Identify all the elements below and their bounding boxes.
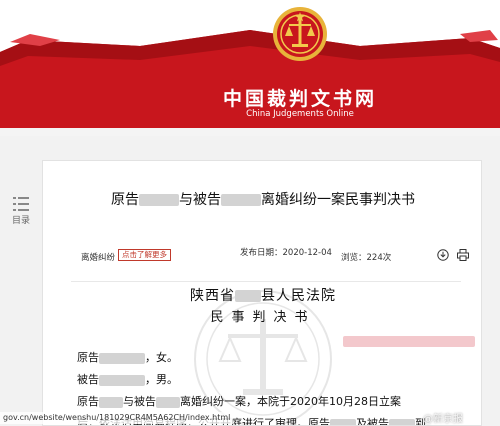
court-suffix: 县人民法院 [261, 288, 336, 304]
emblem-icon [273, 7, 327, 61]
weibo-watermark: @新京报 [423, 414, 463, 425]
title-prefix: 原告 [111, 192, 139, 208]
document-kind: 民事判决书 [210, 310, 316, 325]
redacted-block [343, 336, 475, 347]
document-meta: 离婚纠纷 点击了解更多 发布日期：2020-12-04 浏览：224次 [43, 241, 481, 281]
title-suffix: 离婚纠纷一案民事判决书 [261, 192, 415, 208]
view-count: 浏览：224次 [341, 253, 392, 263]
p4-mid: 及被告 [356, 417, 389, 426]
print-icon[interactable] [457, 249, 469, 261]
judgement-document: 原告 与被告 离婚纠纷一案民事判决书 离婚纠纷 点击了解更多 发布日期：2020-1… [42, 160, 482, 426]
title-mid: 与被告 [179, 192, 221, 208]
document-title: 原告 与被告 离婚纠纷一案民事判决书 [43, 189, 481, 209]
defendant-line: 被告 ，男。 [77, 371, 178, 387]
plaintiff-line: 原告 ，女。 [77, 349, 178, 365]
p3-mid: 与被告 [123, 395, 156, 408]
redacted-name [99, 374, 145, 386]
p2-prefix: 被告 [77, 373, 99, 386]
p1-prefix: 原告 [77, 351, 99, 364]
redacted-name [99, 396, 123, 408]
learn-more-button[interactable]: 点击了解更多 [118, 249, 171, 261]
redacted-county [235, 290, 261, 302]
site-subtitle: China Judgements Online [246, 109, 354, 119]
publish-date-value: 2020-12-04 [282, 248, 332, 258]
publish-date-label: 发布日期： [240, 248, 283, 258]
redacted-name [156, 396, 180, 408]
redacted-name [221, 194, 261, 206]
redacted-name [99, 352, 145, 364]
toc-button[interactable]: 目录 [6, 196, 36, 226]
redacted-name [389, 418, 415, 425]
download-icon[interactable] [437, 249, 449, 261]
toc-label: 目录 [11, 216, 30, 226]
p2-suffix: ，男。 [145, 373, 178, 386]
site-banner: 中国裁判文书网 China Judgements Online [0, 0, 500, 136]
publish-date: 发布日期：2020-12-04 [240, 246, 332, 258]
case-paragraph: 原告 与被告 离婚纠纷一案，本院于2020年10月28日立案 [77, 393, 401, 409]
court-prefix: 陕西省 [190, 288, 235, 304]
p1-suffix: ，女。 [145, 351, 178, 364]
p3-suffix: 离婚纠纷一案，本院于2020年10月28日立案 [180, 395, 401, 408]
toc-icon [13, 197, 29, 211]
case-cause: 离婚纠纷 [81, 253, 116, 263]
court-name: 陕西省 县人民法院 [43, 285, 481, 305]
p3-prefix: 原告 [77, 395, 99, 408]
site-title: 中国裁判文书网 [222, 88, 377, 110]
redacted-case-number [343, 331, 475, 350]
redacted-name [330, 418, 356, 425]
url-bar[interactable]: gov.cn/website/wenshu/181029CR4M5A62CH/i… [0, 412, 234, 424]
redacted-name [139, 194, 179, 206]
